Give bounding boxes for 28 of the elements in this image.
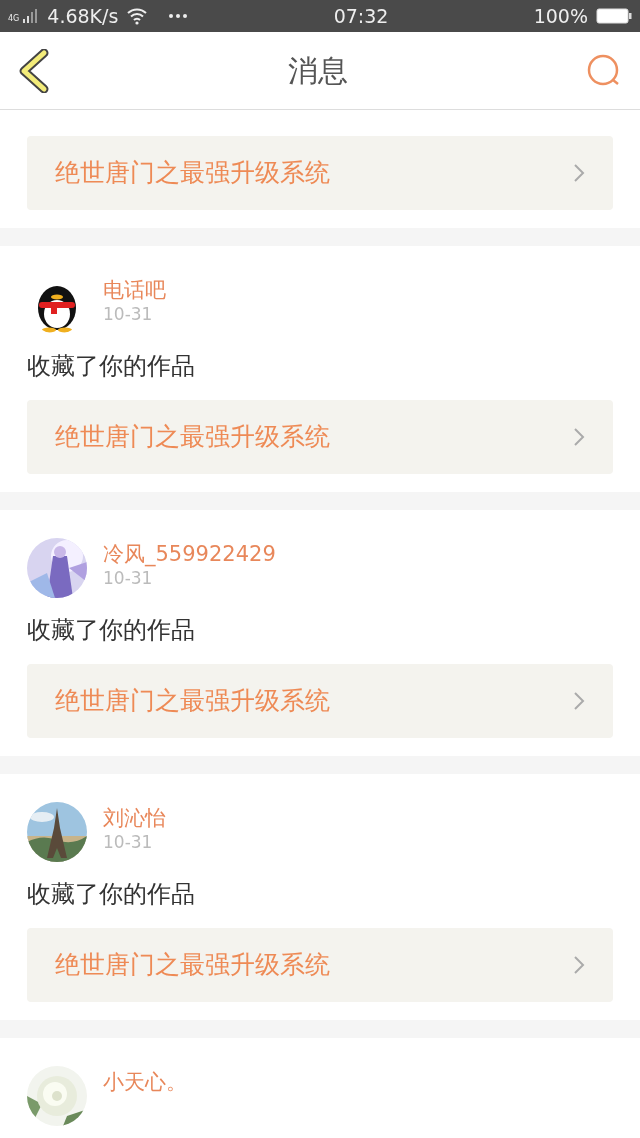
book-link[interactable]: 绝世唐门之最强升级系统 <box>27 664 613 738</box>
message-date: 10-31 <box>103 303 154 326</box>
user-name[interactable]: 刘沁怡 <box>103 806 166 832</box>
user-name[interactable]: 小天心。 <box>103 1070 187 1096</box>
signal-icon <box>23 9 40 23</box>
battery-icon <box>596 8 632 24</box>
battery-level: 100% <box>533 3 588 29</box>
book-link[interactable]: 绝世唐门之最强升级系统 <box>27 400 613 474</box>
message-text: 收藏了你的作品 <box>27 615 196 646</box>
network-label: 4G <box>8 15 20 23</box>
clock: 07:32 <box>333 3 389 29</box>
message-text: 收藏了你的作品 <box>27 351 196 382</box>
chevron-icon <box>573 427 585 447</box>
user-name[interactable]: 冷风_559922429 <box>103 542 276 568</box>
chevron-icon <box>573 691 585 711</box>
chevron-icon <box>573 163 585 183</box>
message-text: 收藏了你的作品 <box>27 879 196 910</box>
wifi-icon <box>126 7 149 25</box>
back-button[interactable] <box>18 48 50 93</box>
page-title: 消息 <box>288 52 348 90</box>
more-icon <box>168 13 189 19</box>
book-link[interactable]: 绝世唐门之最强升级系统 <box>27 928 613 1002</box>
book-link[interactable]: 绝世唐门之最强升级系统 <box>27 136 613 210</box>
user-name[interactable]: 电话吧 <box>103 278 166 304</box>
message-date: 10-31 <box>103 831 154 854</box>
network-speed: 4.68K/s <box>47 3 119 29</box>
chevron-icon <box>573 955 585 975</box>
message-date: 10-31 <box>103 567 154 590</box>
